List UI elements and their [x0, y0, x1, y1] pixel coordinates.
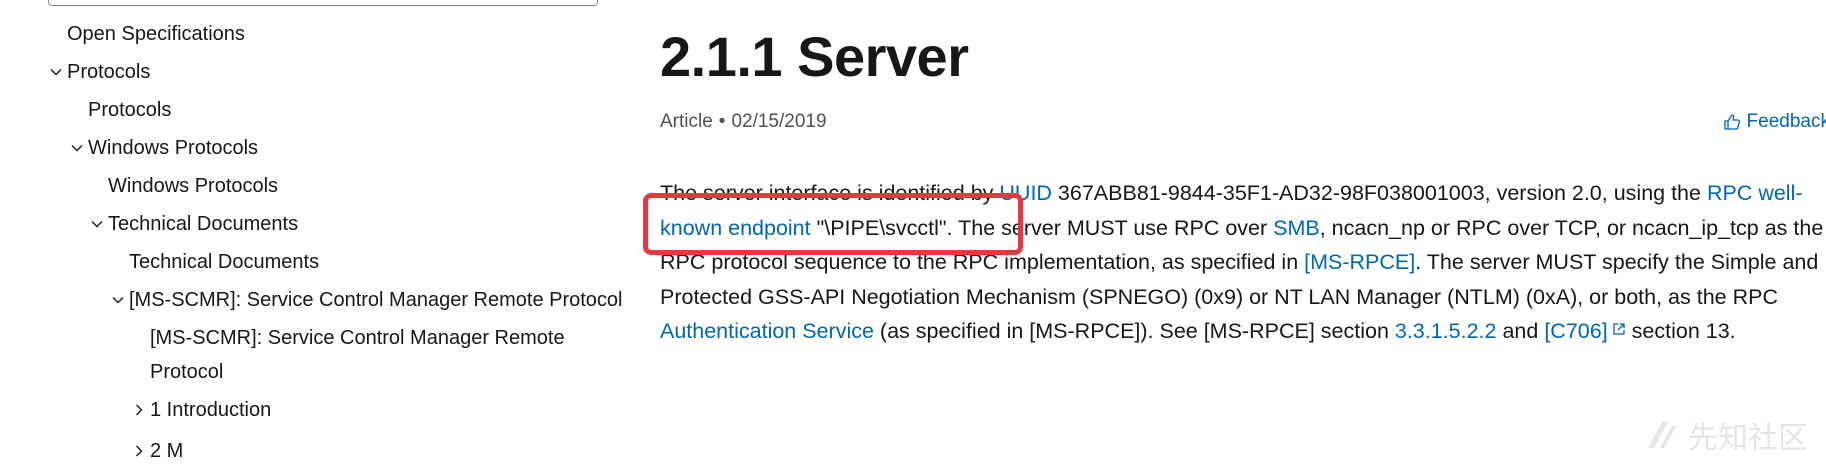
feedback-label: Feedback — [1746, 111, 1826, 132]
page-title: 2.1.1 Server — [660, 25, 969, 88]
authentication-service-link[interactable]: Authentication Service — [660, 319, 874, 343]
c706-link[interactable]: [C706] — [1544, 319, 1625, 343]
article-date: 02/15/2019 — [731, 111, 827, 132]
feedback-button[interactable]: Feedback — [1723, 108, 1826, 136]
toc-item-technical-documents[interactable]: Technical Documents — [129, 245, 319, 279]
external-link-icon — [1613, 323, 1625, 335]
text-segment: 367ABB81-9844-35F1-AD32-98F038001003, ve… — [1051, 181, 1707, 205]
chevron-down-icon[interactable] — [47, 55, 65, 89]
text-segment: section 13. — [1625, 319, 1736, 343]
chevron-right-icon[interactable] — [130, 393, 148, 427]
chevron-down-icon[interactable] — [68, 131, 86, 165]
chevron-down-icon[interactable] — [88, 207, 106, 241]
toc-item-ms-scmr-group[interactable]: [MS-SCMR]: Service Control Manager Remot… — [129, 283, 623, 317]
toc-item-protocols-group[interactable]: Protocols — [67, 55, 150, 89]
annotation-highlight-box — [643, 193, 1023, 255]
separator-dot: • — [718, 111, 726, 132]
watermark-logo-icon — [1648, 422, 1676, 448]
toc-sidebar: Open Specifications Protocols Protocols … — [0, 0, 623, 468]
text-segment: (as specified in [MS-RPCE]). See [MS-RPC… — [873, 319, 1395, 343]
watermark-text: 先知社区 — [1688, 421, 1808, 456]
toc-item-open-specifications[interactable]: Open Specifications — [67, 17, 245, 51]
toc-item-ms-scmr[interactable]: [MS-SCMR]: Service Control Manager Remot… — [150, 321, 590, 389]
article-type: Article — [660, 111, 713, 132]
toc-item-windows-protocols[interactable]: Windows Protocols — [108, 169, 278, 203]
article-meta: Article • 02/15/2019 — [660, 108, 827, 136]
c706-label: [C706] — [1544, 319, 1608, 343]
toc-item-messages[interactable]: 2 M — [150, 434, 183, 468]
thumbs-up-icon — [1723, 114, 1740, 130]
ms-rpce-link[interactable]: [MS-RPCE] — [1304, 250, 1415, 274]
toc-filter-input[interactable] — [48, 0, 598, 6]
toc-item-technical-documents-group[interactable]: Technical Documents — [108, 207, 298, 241]
chevron-right-icon[interactable] — [130, 434, 148, 468]
toc-item-introduction[interactable]: 1 Introduction — [150, 393, 271, 427]
smb-link[interactable]: SMB — [1273, 216, 1320, 240]
text-segment: and — [1496, 319, 1545, 343]
toc-item-windows-protocols-group[interactable]: Windows Protocols — [88, 131, 258, 165]
watermark: 先知社区 — [1642, 413, 1808, 457]
section-link[interactable]: 3.3.1.5.2.2 — [1395, 319, 1497, 343]
chevron-down-icon[interactable] — [109, 283, 127, 317]
toc-item-protocols[interactable]: Protocols — [88, 93, 171, 127]
